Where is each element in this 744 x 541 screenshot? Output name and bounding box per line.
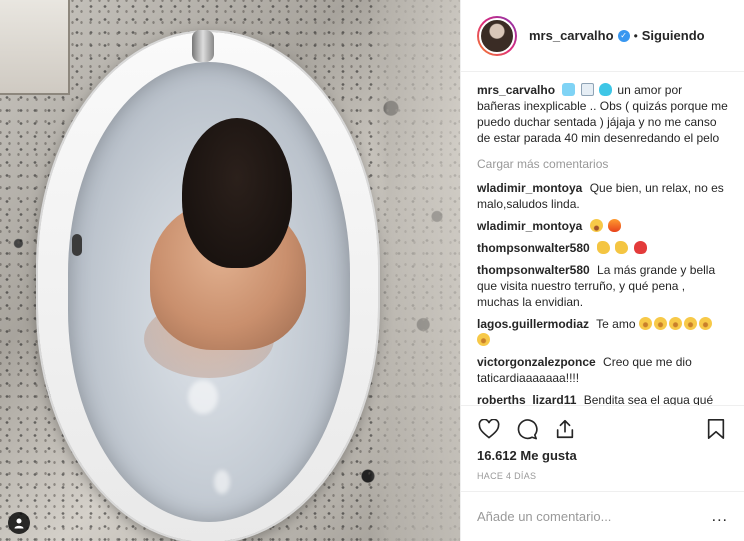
- shower-emoji-icon: [562, 83, 576, 96]
- clap-emoji-icon: [597, 241, 611, 254]
- post-side-panel: mrs_carvalho ✓ • Siguiendo mrs_carvalho …: [460, 0, 744, 541]
- smile-emoji-icon: [698, 317, 712, 330]
- comment-item: thompsonwalter580 La más grande y bella …: [477, 262, 728, 310]
- verified-badge-icon: ✓: [617, 29, 630, 42]
- comment-item: wladimir_montoya Que bien, un relax, no …: [477, 180, 728, 212]
- comment-username[interactable]: thompsonwalter580: [477, 263, 590, 277]
- comment-item: lagos.guillermodiaz Te amo: [477, 316, 728, 348]
- share-upload-icon[interactable]: [553, 417, 577, 441]
- comment-item: roberths_lizard11 Bendita sea el agua qu…: [477, 392, 728, 405]
- likes-count[interactable]: 16.612 Me gusta: [477, 448, 728, 463]
- red-heart-emoji-icon: [633, 241, 647, 254]
- smile-emoji-icon: [653, 317, 667, 330]
- comments-list[interactable]: mrs_carvalho un amor por bañeras inexpli…: [461, 72, 744, 405]
- action-icons: [477, 414, 728, 444]
- avatar-image: [479, 17, 515, 54]
- comment-item: wladimir_montoya: [477, 218, 728, 234]
- instagram-post-modal: mrs_carvalho ✓ • Siguiendo mrs_carvalho …: [0, 0, 744, 541]
- drain: [72, 234, 82, 256]
- caption-username[interactable]: mrs_carvalho: [477, 83, 555, 97]
- post-actions: 16.612 Me gusta HACE 4 DÍAS: [461, 405, 744, 491]
- figure-hair: [182, 118, 292, 268]
- smile-emoji-icon: [638, 317, 652, 330]
- shelf: [0, 0, 70, 95]
- comment-username[interactable]: victorgonzalezponce: [477, 355, 596, 369]
- faucet: [192, 30, 214, 62]
- caption: mrs_carvalho un amor por bañeras inexpli…: [477, 82, 728, 146]
- comment-username[interactable]: wladimir_montoya: [477, 219, 582, 233]
- post-timestamp[interactable]: HACE 4 DÍAS: [477, 471, 728, 481]
- separator-dot: •: [633, 28, 638, 43]
- more-options-icon[interactable]: ...: [712, 508, 728, 526]
- comment-username[interactable]: thompsonwalter580: [477, 241, 590, 255]
- comment-username[interactable]: wladimir_montoya: [477, 181, 582, 195]
- comment-input[interactable]: [477, 509, 712, 524]
- heart-outline-icon[interactable]: [477, 417, 501, 441]
- comment-username[interactable]: lagos.guillermodiaz: [477, 317, 589, 331]
- smile-emoji-icon: [683, 317, 697, 330]
- bathtub-emoji-icon: [580, 83, 594, 96]
- heart-eyes-emoji-icon: [589, 219, 603, 232]
- wall-background: [370, 0, 460, 541]
- smile-emoji-icon: [668, 317, 682, 330]
- comment-item: thompsonwalter580: [477, 240, 728, 256]
- comment-text: Bendita sea el agua qué: [583, 393, 714, 405]
- add-comment-bar: ...: [461, 491, 744, 541]
- fire-emoji-icon: [608, 219, 622, 232]
- load-more-comments[interactable]: Cargar más comentarios: [477, 156, 728, 172]
- post-header: mrs_carvalho ✓ • Siguiendo: [461, 0, 744, 72]
- water-reflection: [214, 470, 230, 494]
- water-reflection: [188, 380, 218, 414]
- speech-bubble-icon[interactable]: [515, 417, 539, 441]
- clap-emoji-icon: [615, 241, 629, 254]
- blue-heart-emoji-icon: [599, 83, 613, 96]
- bookmark-icon[interactable]: [704, 417, 728, 441]
- comment-text: Te amo: [596, 317, 636, 331]
- post-photo[interactable]: [0, 0, 460, 541]
- username-link[interactable]: mrs_carvalho: [529, 28, 614, 43]
- avatar[interactable]: [477, 15, 517, 56]
- comment-username[interactable]: roberths_lizard11: [477, 393, 576, 405]
- comment-item: victorgonzalezponce Creo que me dio tati…: [477, 354, 728, 386]
- user-tag-icon[interactable]: [8, 512, 30, 534]
- smile-emoji-icon: [477, 333, 490, 346]
- following-button[interactable]: Siguiendo: [642, 28, 705, 43]
